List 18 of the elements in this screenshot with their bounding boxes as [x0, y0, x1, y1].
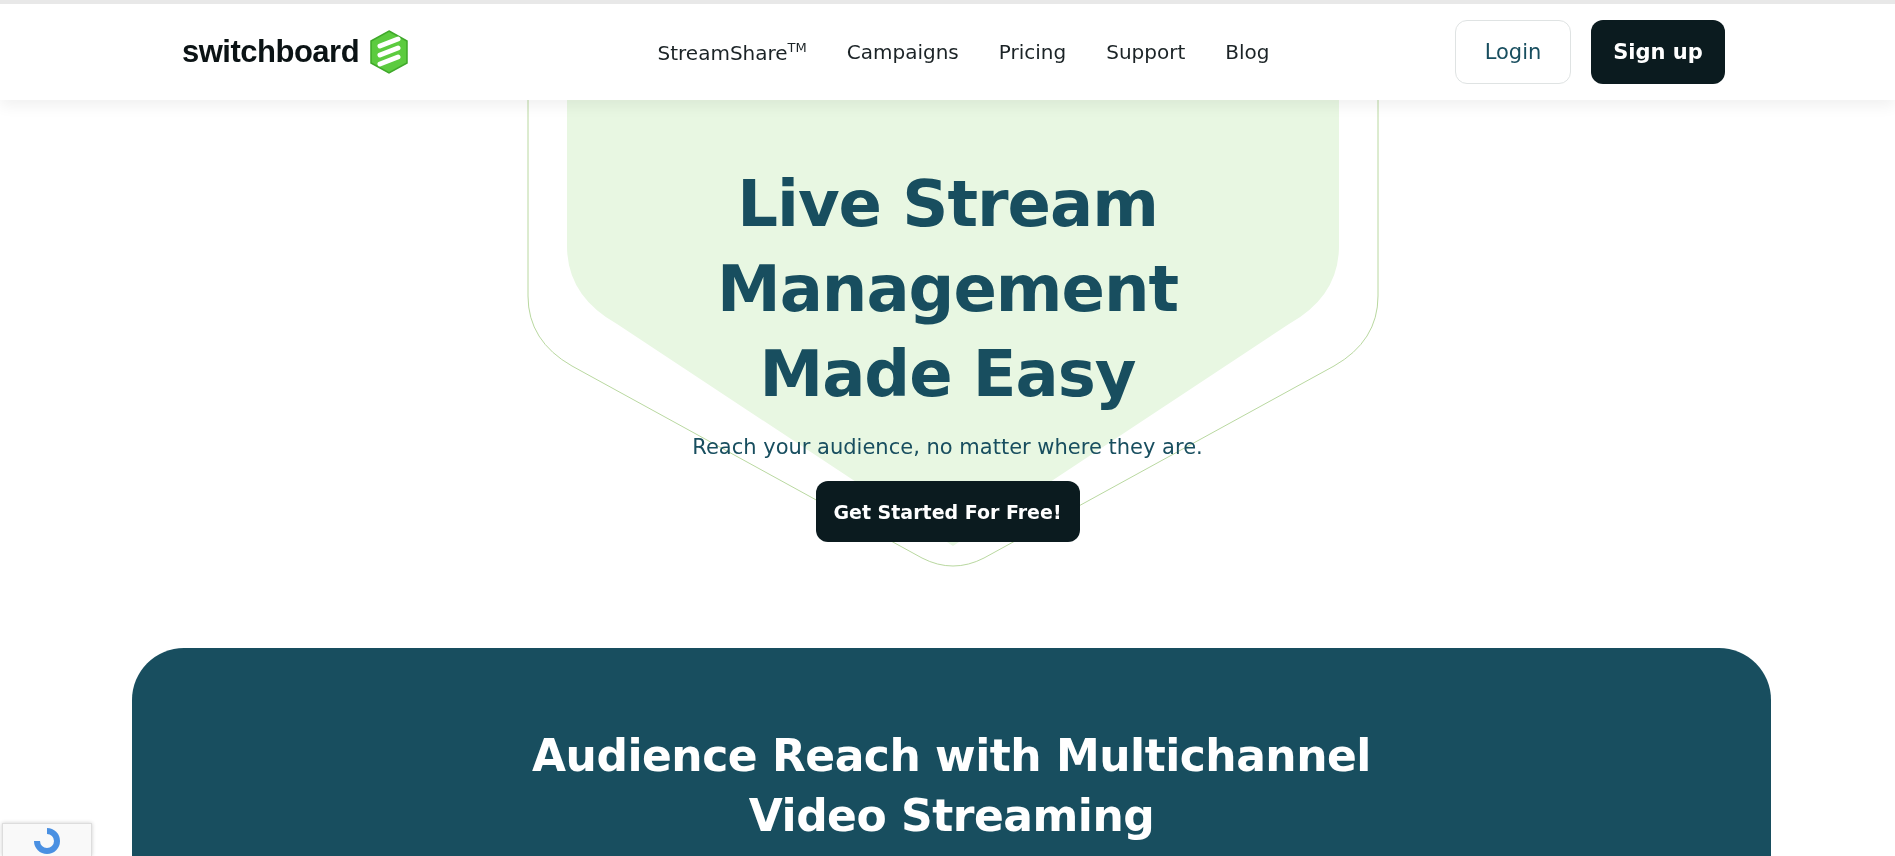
- hero-title: Management: [716, 251, 1179, 328]
- recaptcha-icon: [34, 828, 60, 854]
- login-button[interactable]: Login: [1455, 20, 1571, 84]
- captcha-badge[interactable]: [2, 823, 92, 856]
- get-started-button[interactable]: Get Started For Free!: [815, 481, 1080, 542]
- feature-title: Audience Reach with Multichannel: [532, 729, 1371, 783]
- nav-link[interactable]: Support: [1106, 39, 1186, 65]
- nav-link[interactable]: StreamShare$^{TM}$: [657, 39, 807, 65]
- feature-title: Video Streaming: [748, 789, 1155, 843]
- nav-link[interactable]: Pricing: [998, 39, 1067, 65]
- logo-icon: [369, 30, 410, 74]
- hero-title: Made Easy: [759, 336, 1136, 413]
- logo-text[interactable]: switchboard: [182, 34, 360, 70]
- nav-link[interactable]: Blog: [1225, 39, 1270, 65]
- nav-link[interactable]: Campaigns: [846, 39, 959, 65]
- hero-title: Live Stream: [737, 166, 1158, 243]
- hero-subtitle: Reach your audience, no matter where they are.: [692, 435, 1203, 459]
- signup-button[interactable]: Sign up: [1591, 20, 1725, 84]
